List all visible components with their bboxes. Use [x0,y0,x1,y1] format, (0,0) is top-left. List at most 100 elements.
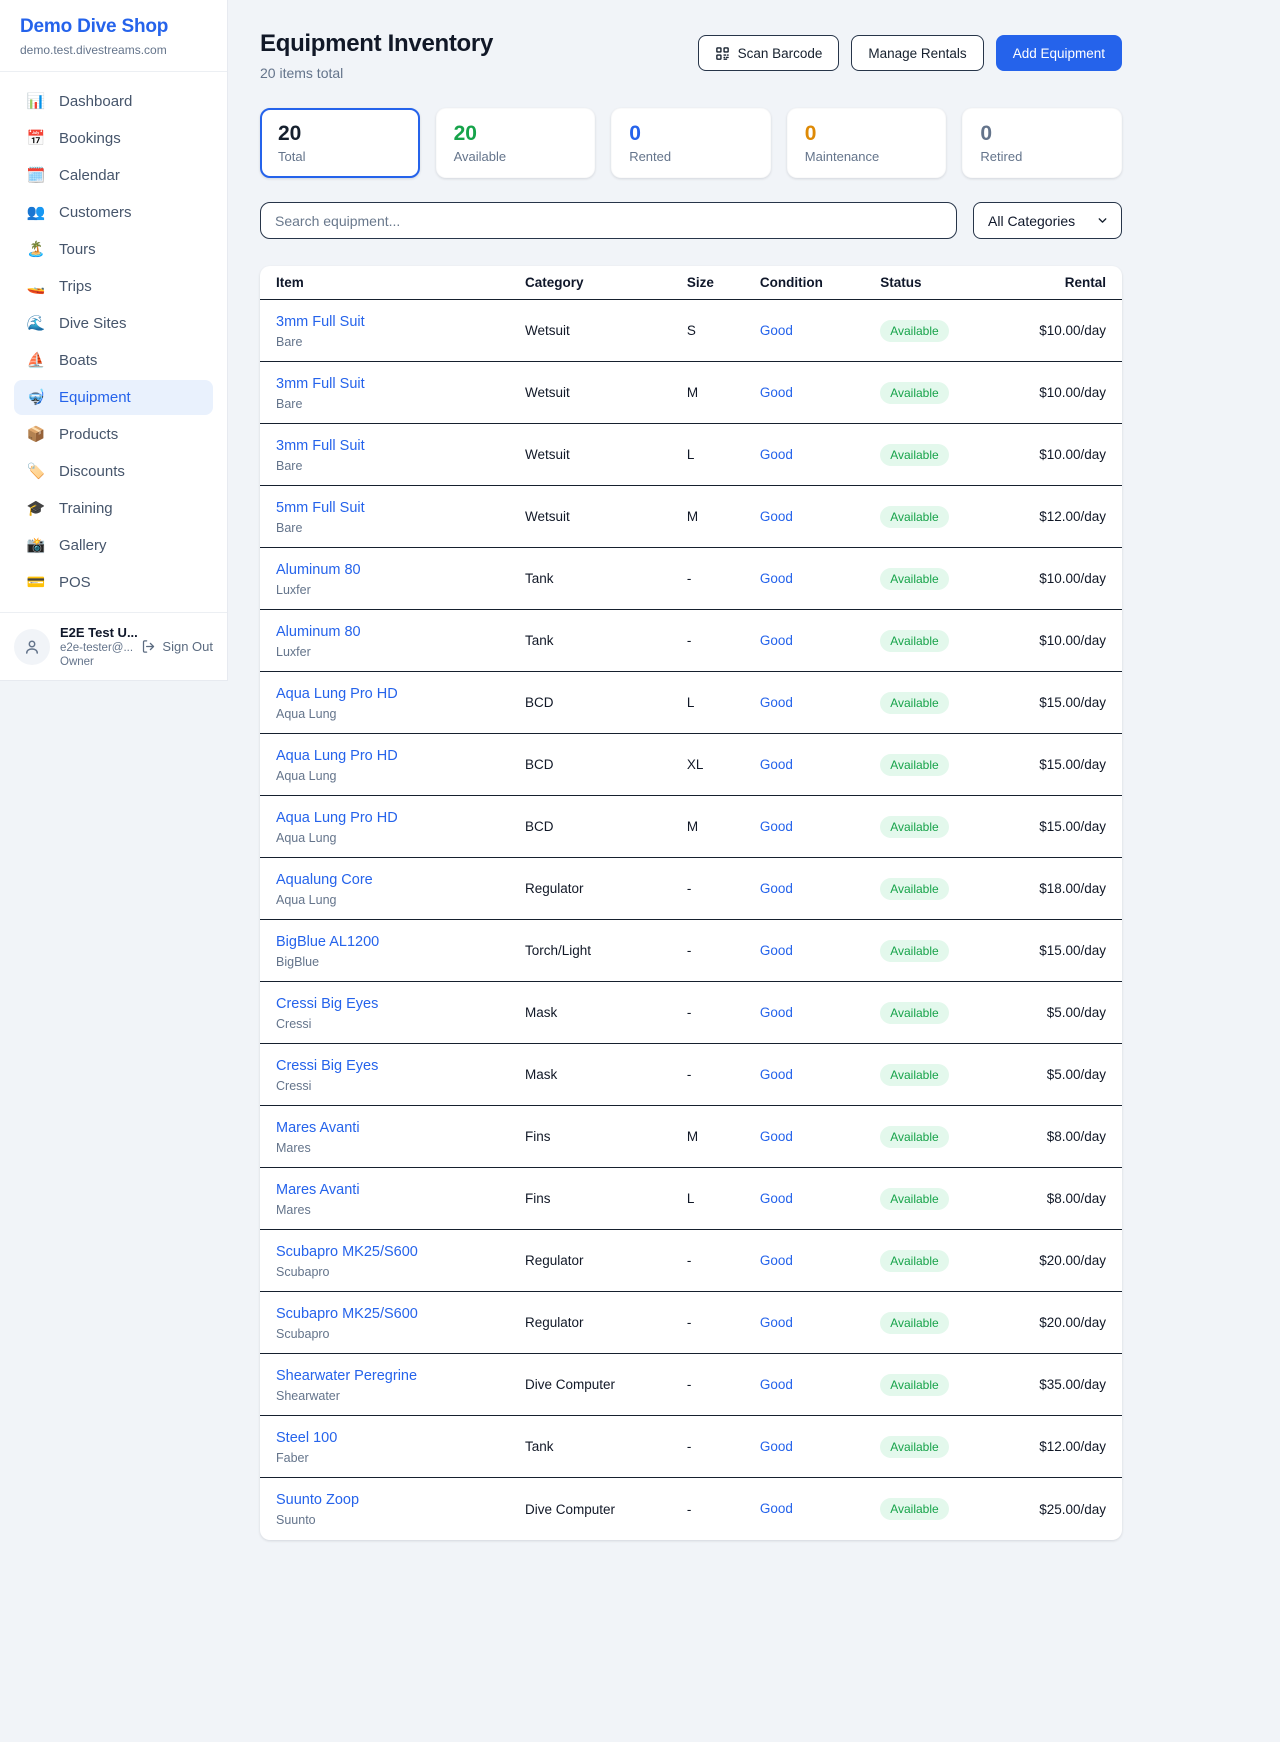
item-brand: Luxfer [276,645,525,659]
item-link[interactable]: Scubapro MK25/S600 [276,1306,418,1322]
item-link[interactable]: Steel 100 [276,1430,337,1446]
item-link[interactable]: Mares Avanti [276,1120,360,1136]
item-link[interactable]: Mares Avanti [276,1182,360,1198]
rental-price: $8.00/day [1011,1191,1106,1206]
condition-link[interactable]: Good [760,1191,793,1206]
user-role: Owner [60,656,131,668]
sidebar-item-discounts[interactable]: 🏷️ Discounts [14,454,213,489]
sidebar-item-training[interactable]: 🎓 Training [14,491,213,526]
condition-link[interactable]: Good [760,447,793,462]
condition-link[interactable]: Good [760,1501,793,1516]
item-link[interactable]: Shearwater Peregrine [276,1368,417,1384]
sidebar-item-gallery[interactable]: 📸 Gallery [14,528,213,563]
item-link[interactable]: Cressi Big Eyes [276,996,378,1012]
item-link[interactable]: 5mm Full Suit [276,500,365,516]
table-row: Mares Avanti Mares Fins L Good Available… [260,1168,1122,1230]
item-link[interactable]: Aqua Lung Pro HD [276,810,398,826]
table-row: Scubapro MK25/S600 Scubapro Regulator - … [260,1292,1122,1354]
condition-link[interactable]: Good [760,1377,793,1392]
item-category: Tank [525,633,687,648]
item-size: - [687,943,760,958]
condition-link[interactable]: Good [760,819,793,834]
item-link[interactable]: Aqualung Core [276,872,373,888]
boats-icon: ⛵ [26,353,46,368]
item-link[interactable]: 3mm Full Suit [276,438,365,454]
sidebar-item-pos[interactable]: 💳 POS [14,565,213,600]
brand-title[interactable]: Demo Dive Shop [20,16,207,38]
item-brand: Faber [276,1451,525,1465]
stat-card[interactable]: 0 Rented [611,108,771,178]
item-link[interactable]: 3mm Full Suit [276,314,365,330]
item-size: M [687,819,760,834]
condition-link[interactable]: Good [760,1067,793,1082]
condition-link[interactable]: Good [760,323,793,338]
category-select[interactable]: All Categories [973,202,1122,239]
scan-barcode-button[interactable]: Scan Barcode [698,35,840,71]
condition-link[interactable]: Good [760,385,793,400]
stat-card[interactable]: 0 Retired [962,108,1122,178]
item-size: XL [687,757,760,772]
condition-link[interactable]: Good [760,695,793,710]
sidebar-item-customers[interactable]: 👥 Customers [14,195,213,230]
item-brand: Bare [276,335,525,349]
condition-link[interactable]: Good [760,571,793,586]
sidebar-item-bookings[interactable]: 📅 Bookings [14,121,213,156]
item-category: Mask [525,1067,687,1082]
sidebar-nav: 📊 Dashboard 📅 Bookings 🗓️ Calendar 👥 Cus… [0,72,227,612]
sidebar-item-equipment[interactable]: 🤿 Equipment [14,380,213,415]
item-link[interactable]: BigBlue AL1200 [276,934,379,950]
sidebar-item-products[interactable]: 📦 Products [14,417,213,452]
item-link[interactable]: Aqua Lung Pro HD [276,748,398,764]
user-meta: E2E Test U... e2e-tester@... Owner [60,625,131,668]
rental-price: $10.00/day [1011,385,1106,400]
sidebar-item-boats[interactable]: ⛵ Boats [14,343,213,378]
item-size: - [687,881,760,896]
item-link[interactable]: Suunto Zoop [276,1492,359,1508]
sidebar-item-label: Trips [59,278,92,295]
stat-value: 20 [454,122,578,146]
condition-link[interactable]: Good [760,1129,793,1144]
item-link[interactable]: Cressi Big Eyes [276,1058,378,1074]
item-size: - [687,1253,760,1268]
item-link[interactable]: Aluminum 80 [276,624,361,640]
manage-rentals-button[interactable]: Manage Rentals [851,35,983,71]
stat-label: Retired [980,149,1104,164]
item-link[interactable]: Scubapro MK25/S600 [276,1244,418,1260]
sidebar-item-trips[interactable]: 🚤 Trips [14,269,213,304]
item-brand: Mares [276,1203,525,1217]
item-brand: Aqua Lung [276,707,525,721]
status-badge: Available [880,940,948,962]
stat-card[interactable]: 20 Available [436,108,596,178]
condition-link[interactable]: Good [760,509,793,524]
condition-link[interactable]: Good [760,1315,793,1330]
table-row: Suunto Zoop Suunto Dive Computer - Good … [260,1478,1122,1540]
category-select-value: All Categories [988,213,1075,229]
sidebar-item-calendar[interactable]: 🗓️ Calendar [14,158,213,193]
sidebar-item-label: Equipment [59,389,131,406]
condition-link[interactable]: Good [760,1439,793,1454]
condition-link[interactable]: Good [760,1005,793,1020]
stat-card[interactable]: 0 Maintenance [787,108,947,178]
item-category: Wetsuit [525,323,687,338]
stat-label: Available [454,149,578,164]
item-link[interactable]: Aqua Lung Pro HD [276,686,398,702]
item-link[interactable]: 3mm Full Suit [276,376,365,392]
table-row: Aqua Lung Pro HD Aqua Lung BCD XL Good A… [260,734,1122,796]
stat-card[interactable]: 20 Total [260,108,420,178]
condition-link[interactable]: Good [760,757,793,772]
sidebar-item-dive-sites[interactable]: 🌊 Dive Sites [14,306,213,341]
sidebar-item-dashboard[interactable]: 📊 Dashboard [14,84,213,119]
condition-link[interactable]: Good [760,1253,793,1268]
condition-link[interactable]: Good [760,881,793,896]
condition-link[interactable]: Good [760,633,793,648]
main-content: Equipment Inventory 20 items total Scan … [260,0,1122,1540]
item-category: Regulator [525,1253,687,1268]
user-email: e2e-tester@... [60,642,131,654]
item-link[interactable]: Aluminum 80 [276,562,361,578]
add-equipment-button[interactable]: Add Equipment [996,35,1122,71]
page-header: Equipment Inventory 20 items total Scan … [260,30,1122,81]
condition-link[interactable]: Good [760,943,793,958]
sign-out-button[interactable]: Sign Out [141,639,213,654]
search-input[interactable] [260,202,957,239]
sidebar-item-tours[interactable]: 🏝️ Tours [14,232,213,267]
